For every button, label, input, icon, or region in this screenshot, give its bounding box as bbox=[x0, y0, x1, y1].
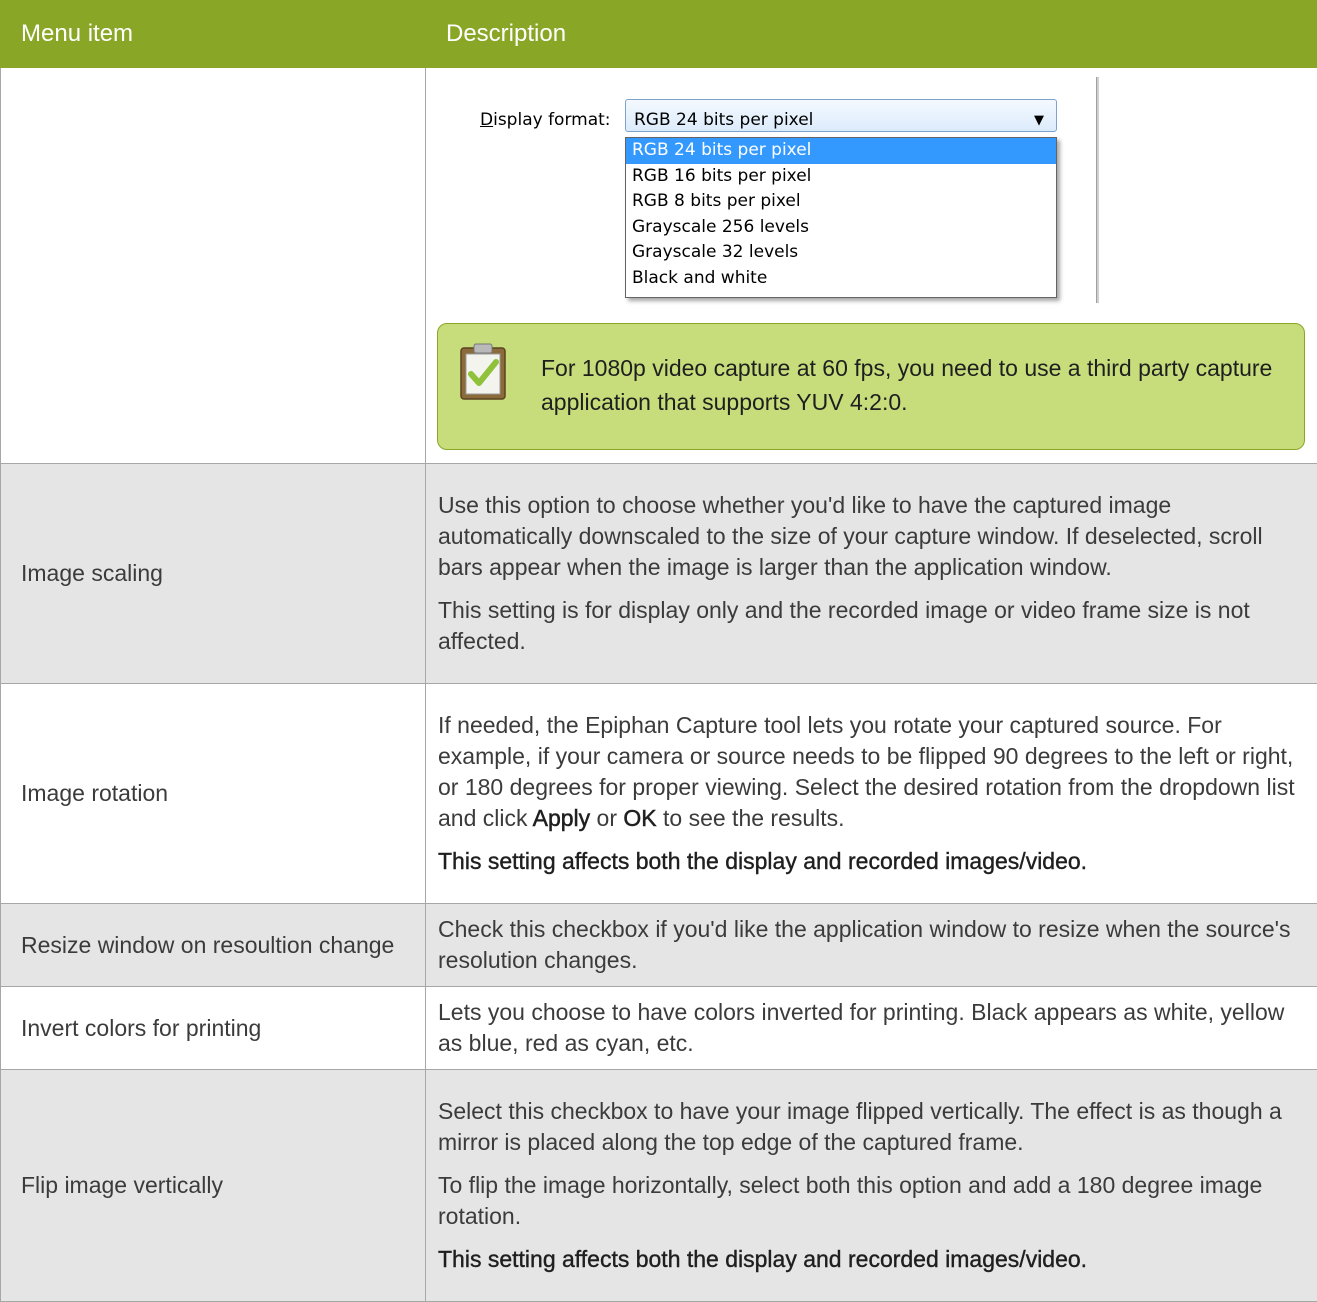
display-format-options-list[interactable]: RGB 24 bits per pixel RGB 16 bits per pi… bbox=[625, 137, 1057, 298]
note-text: For 1080p video capture at 60 fps, you n… bbox=[541, 351, 1286, 419]
description-image-rotation: If needed, the Epiphan Capture tool lets… bbox=[426, 684, 1317, 904]
menu-items-table: Menu item Description Display format: RG… bbox=[0, 0, 1317, 1302]
option-grayscale-32[interactable]: Grayscale 32 levels bbox=[626, 240, 1056, 266]
table-header-row: Menu item Description bbox=[1, 1, 1317, 68]
description-flip-vertical: Select this checkbox to have your image … bbox=[426, 1070, 1317, 1302]
description-cell-display-format: Display format: RGB 24 bits per pixel ▼ … bbox=[426, 68, 1317, 464]
screenshot-divider bbox=[1096, 77, 1099, 303]
ok-keyword: OK bbox=[623, 805, 656, 831]
important-note: This setting affects both the display an… bbox=[438, 846, 1303, 877]
table-row-display-format: Display format: RGB 24 bits per pixel ▼ … bbox=[1, 68, 1317, 464]
menu-item-image-scaling: Image scaling bbox=[1, 464, 426, 684]
description-resize-window: Check this checkbox if you'd like the ap… bbox=[426, 904, 1317, 987]
display-format-selected-value: RGB 24 bits per pixel bbox=[634, 110, 813, 130]
table-row-image-scaling: Image scaling Use this option to choose … bbox=[1, 464, 1317, 684]
description-image-scaling: Use this option to choose whether you'd … bbox=[426, 464, 1317, 684]
option-rgb24[interactable]: RGB 24 bits per pixel bbox=[626, 138, 1056, 164]
option-grayscale-256[interactable]: Grayscale 256 levels bbox=[626, 215, 1056, 241]
table-row-image-rotation: Image rotation If needed, the Epiphan Ca… bbox=[1, 684, 1317, 904]
menu-item-flip-vertical: Flip image vertically bbox=[1, 1070, 426, 1302]
display-format-screenshot: Display format: RGB 24 bits per pixel ▼ … bbox=[480, 77, 952, 304]
description-invert-colors: Lets you choose to have colors inverted … bbox=[426, 987, 1317, 1070]
option-black-and-white[interactable]: Black and white bbox=[626, 266, 1056, 292]
display-format-dropdown[interactable]: RGB 24 bits per pixel ▼ bbox=[625, 99, 1057, 132]
apply-keyword: Apply bbox=[533, 805, 591, 831]
menu-item-image-rotation: Image rotation bbox=[1, 684, 426, 904]
important-note: This setting affects both the display an… bbox=[438, 1244, 1303, 1275]
table-row-resize-window: Resize window on resoultion change Check… bbox=[1, 904, 1317, 987]
menu-item-resize-window: Resize window on resoultion change bbox=[1, 904, 426, 987]
header-description: Description bbox=[426, 1, 1317, 68]
menu-item-cell-empty bbox=[1, 68, 426, 464]
table-row-flip-vertical: Flip image vertically Select this checkb… bbox=[1, 1070, 1317, 1302]
option-rgb16[interactable]: RGB 16 bits per pixel bbox=[626, 164, 1056, 190]
table-row-invert-colors: Invert colors for printing Lets you choo… bbox=[1, 987, 1317, 1070]
display-format-label: Display format: bbox=[480, 105, 611, 136]
option-rgb8[interactable]: RGB 8 bits per pixel bbox=[626, 189, 1056, 215]
menu-item-invert-colors: Invert colors for printing bbox=[1, 987, 426, 1070]
clipboard-check-icon bbox=[460, 343, 506, 400]
dropdown-arrow-icon[interactable]: ▼ bbox=[1034, 105, 1044, 136]
note-box: For 1080p video capture at 60 fps, you n… bbox=[437, 323, 1305, 450]
header-menu-item: Menu item bbox=[1, 1, 426, 68]
